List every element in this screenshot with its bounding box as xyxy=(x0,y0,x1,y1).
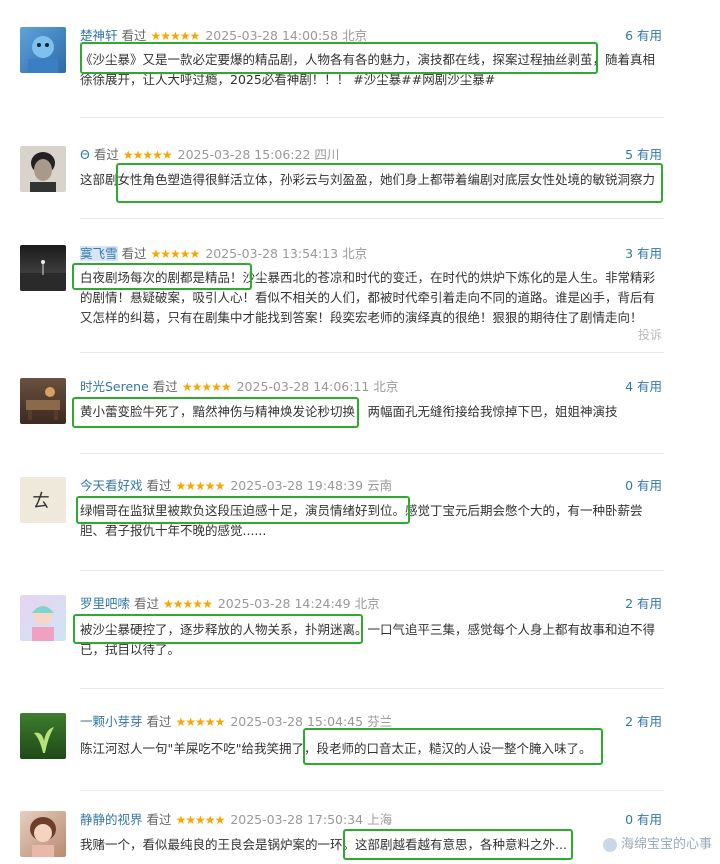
username-link[interactable]: 罗里吧嗦 xyxy=(80,596,130,611)
rating-stars: ★★★★★ xyxy=(150,247,201,261)
divider xyxy=(80,790,664,791)
avatar-image-icon xyxy=(34,727,54,753)
review-time: 2025-03-28 13:54:13 xyxy=(205,246,339,261)
review-meta: 一颗小芽芽 看过 ★★★★★ 2025-03-28 15:04:45 芬兰 xyxy=(80,713,392,731)
watched-label: 看过 xyxy=(134,596,160,611)
review-location: 四川 xyxy=(314,147,340,162)
review-time: 2025-03-28 14:24:49 xyxy=(217,596,351,611)
avatar-image-icon: ㄊ xyxy=(32,491,50,512)
svg-text:ㄊ: ㄊ xyxy=(32,491,50,512)
review-location: 北京 xyxy=(342,28,368,43)
review-time: 2025-03-28 15:06:22 xyxy=(177,147,311,162)
review-meta: 静静的视界 看过 ★★★★★ 2025-03-28 17:50:34 上海 xyxy=(80,811,392,829)
rating-stars: ★★★★★ xyxy=(163,597,213,611)
avatar[interactable] xyxy=(20,811,66,857)
watched-label: 看过 xyxy=(146,812,172,827)
useful-button[interactable]: 4 有用 xyxy=(625,378,662,396)
username-link[interactable]: 楚神轩 xyxy=(80,28,118,43)
rating-stars: ★★★★★ xyxy=(175,479,226,493)
useful-button[interactable]: 0 有用 xyxy=(625,477,662,495)
avatar-image-icon xyxy=(30,152,56,192)
username-link[interactable]: 静静的视界 xyxy=(80,812,143,827)
review-content: 白夜剧场每次的剧都是精品！沙尘暴西北的苍凉和时代的变迁，在时代的烘炉下炼化的是人… xyxy=(80,270,656,325)
divider xyxy=(80,218,664,219)
watched-label: 看过 xyxy=(146,478,172,493)
username-link[interactable]: 一颗小芽芽 xyxy=(80,714,143,729)
review-time: 2025-03-28 14:00:58 xyxy=(205,28,339,43)
review-meta: 时光Serene 看过 ★★★★★ 2025-03-28 14:06:11 北京 xyxy=(80,378,398,396)
review-location: 北京 xyxy=(354,596,380,611)
review-content: 绿帽哥在监狱里被欺负这段压迫感十足，演员情绪好到位。感觉丁宝元后期会憋个大的，有… xyxy=(80,503,643,538)
divider xyxy=(80,117,664,118)
watched-label: 看过 xyxy=(121,246,147,261)
divider xyxy=(80,352,664,353)
avatar[interactable] xyxy=(20,378,66,424)
avatar[interactable] xyxy=(20,27,66,73)
review-content: 黄小蕾变脸牛死了，黯然神伤与精神焕发论秒切换，两幅面孔无缝衔接给我惊掉下巴，姐姐… xyxy=(80,404,618,419)
review-location: 云南 xyxy=(367,478,393,493)
useful-button[interactable]: 2 有用 xyxy=(625,713,662,731)
review-meta: 今天看好戏 看过 ★★★★★ 2025-03-28 19:48:39 云南 xyxy=(80,477,392,495)
review-content: 被沙尘暴硬控了，逐步释放的人物关系，扑朔迷离。一口气追平三集，感觉每个人身上都有… xyxy=(80,622,656,657)
review-time: 2025-03-28 17:50:34 xyxy=(230,812,364,827)
avatar[interactable] xyxy=(20,245,66,291)
review-content: 我赌一个，看似最纯良的王良会是锅炉案的一环。这部剧越看越有意思，各种意料之外..… xyxy=(80,837,567,852)
avatar-image-icon xyxy=(28,36,58,73)
rating-stars: ★★★★★ xyxy=(122,148,173,162)
rating-stars: ★★★★★ xyxy=(181,380,232,394)
avatar[interactable] xyxy=(20,595,66,641)
watermark: 海绵宝宝的心事 xyxy=(602,833,712,852)
watched-label: 看过 xyxy=(93,147,119,162)
review-location: 北京 xyxy=(342,246,368,261)
review-time: 2025-03-28 19:48:39 xyxy=(230,478,364,493)
useful-button[interactable]: 6 有用 xyxy=(625,27,662,45)
avatar-image-icon xyxy=(26,387,60,420)
review-time: 2025-03-28 15:04:45 xyxy=(230,714,364,729)
watermark-text: 海绵宝宝的心事 xyxy=(620,837,712,852)
divider xyxy=(80,688,664,689)
review-time: 2025-03-28 14:06:11 xyxy=(236,379,370,394)
watermark-logo-icon xyxy=(602,837,617,852)
avatar-image-icon xyxy=(30,817,56,857)
rating-stars: ★★★★★ xyxy=(175,813,226,827)
username-link[interactable]: Θ xyxy=(80,147,90,162)
watched-label: 看过 xyxy=(152,379,178,394)
review-location: 上海 xyxy=(367,812,393,827)
review-content: 《沙尘暴》又是一款必定要爆的精品剧，人物各有各的魅力，演技都在线，探案过程抽丝剥… xyxy=(80,52,656,87)
review-content: 陈江河怼人一句"羊屎吃不吃"给我笑拥了，段老师的口音太正，糙汉的人设一整个腌入味… xyxy=(80,741,592,756)
review-meta: Θ 看过 ★★★★★ 2025-03-28 15:06:22 四川 xyxy=(80,146,339,164)
username-link[interactable]: 时光Serene xyxy=(80,379,149,394)
avatar-image-icon xyxy=(20,260,66,291)
username-link[interactable]: 寞飞雪 xyxy=(80,246,118,261)
review-location: 芬兰 xyxy=(367,714,393,729)
rating-stars: ★★★★★ xyxy=(150,29,201,43)
avatar[interactable] xyxy=(20,146,66,192)
review-meta: 罗里吧嗦 看过 ★★★★★ 2025-03-28 14:24:49 北京 xyxy=(80,595,380,613)
divider xyxy=(80,570,664,571)
rating-stars: ★★★★★ xyxy=(175,715,226,729)
review-content: 这部剧女性角色塑造得很鲜活立体，孙彩云与刘盈盈，她们身上都带着编剧对底层女性处境… xyxy=(80,172,656,187)
report-link[interactable]: 投诉 xyxy=(638,326,662,343)
username-link[interactable]: 今天看好戏 xyxy=(80,478,143,493)
watched-label: 看过 xyxy=(146,714,172,729)
useful-button[interactable]: 0 有用 xyxy=(625,811,662,829)
review-meta: 寞飞雪 看过 ★★★★★ 2025-03-28 13:54:13 北京 xyxy=(80,245,367,263)
useful-button[interactable]: 3 有用 xyxy=(625,245,662,263)
useful-button[interactable]: 5 有用 xyxy=(625,146,662,164)
useful-button[interactable]: 2 有用 xyxy=(625,595,662,613)
divider xyxy=(80,453,664,454)
review-location: 北京 xyxy=(373,379,399,394)
avatar-image-icon xyxy=(32,605,54,641)
avatar[interactable] xyxy=(20,713,66,759)
watched-label: 看过 xyxy=(121,28,147,43)
avatar[interactable]: ㄊ xyxy=(20,477,66,523)
review-meta: 楚神轩 看过 ★★★★★ 2025-03-28 14:00:58 北京 xyxy=(80,27,367,45)
